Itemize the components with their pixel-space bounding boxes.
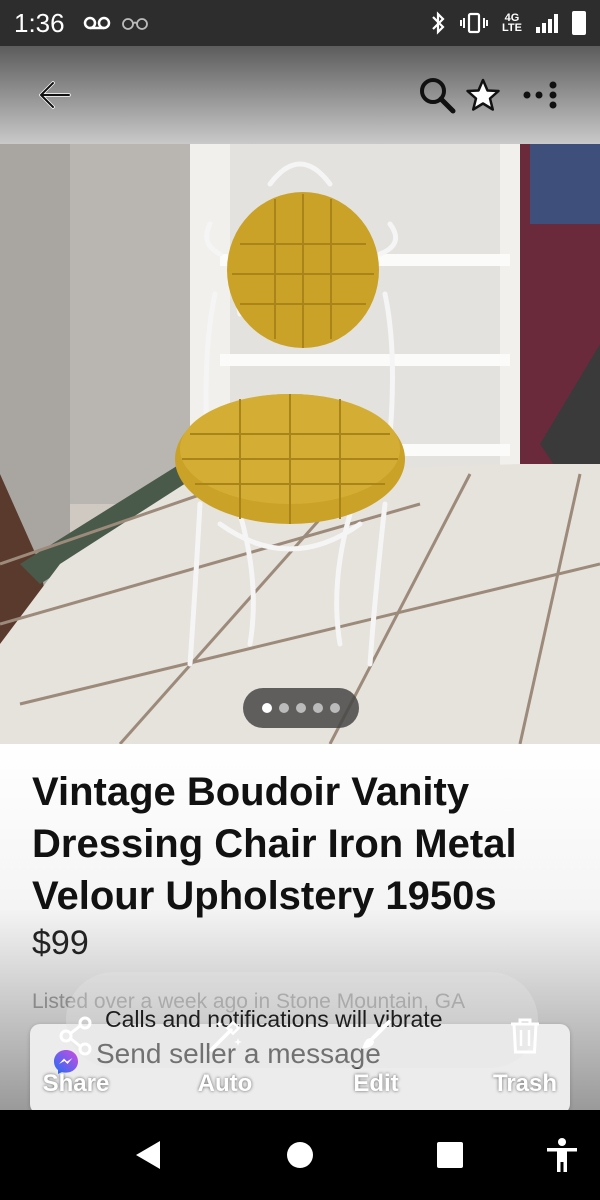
more-button[interactable]: [520, 72, 566, 118]
bluetooth-icon: [432, 11, 445, 35]
share-icon: [59, 1016, 92, 1056]
nav-recents-button[interactable]: [429, 1134, 471, 1176]
nav-back-button[interactable]: [127, 1134, 169, 1176]
listing-price: $99: [32, 924, 89, 962]
vibrate-icon: [460, 12, 489, 34]
app-bar-actions: [414, 72, 566, 118]
share-label: Share: [42, 1070, 110, 1097]
back-button[interactable]: [34, 75, 74, 115]
gallery-dot[interactable]: [279, 703, 289, 713]
listing-title: Vintage Boudoir Vanity Dressing Chair Ir…: [32, 770, 517, 918]
trash-icon: [511, 1018, 539, 1054]
trash-button[interactable]: Trash: [475, 1010, 575, 1110]
status-left-icons: [83, 15, 149, 31]
gallery-dot[interactable]: [313, 703, 323, 713]
magic-wand-icon: [209, 1020, 242, 1052]
edit-label: Edit: [353, 1070, 399, 1097]
chair-photo-illustration: [0, 144, 600, 744]
triangle-back-icon: [136, 1141, 160, 1169]
status-time: 1:36: [14, 7, 65, 38]
status-bar: 1:36 4G LTE: [0, 0, 600, 46]
back-arrow-icon: [39, 81, 71, 109]
system-nav-bar: [0, 1110, 600, 1200]
network-indicator: 4G LTE: [502, 13, 522, 34]
nav-home-button[interactable]: [279, 1134, 321, 1176]
voicemail-icon: [83, 16, 110, 30]
signal-icon: [536, 13, 558, 33]
trash-label: Trash: [492, 1070, 558, 1097]
brush-icon: [362, 1020, 391, 1049]
star-icon: [466, 78, 500, 111]
auto-enhance-button[interactable]: Auto: [175, 1010, 275, 1110]
share-button[interactable]: Share: [26, 1010, 126, 1110]
auto-label: Auto: [197, 1070, 253, 1097]
network-subtype: LTE: [502, 22, 522, 34]
more-icon: [523, 81, 557, 109]
accessibility-button[interactable]: [541, 1134, 583, 1176]
gallery-dot[interactable]: [262, 703, 272, 713]
status-right-icons: 4G LTE: [430, 11, 586, 35]
accessibility-icon: [547, 1138, 577, 1172]
home-circle-icon: [287, 1142, 313, 1168]
gallery-dot[interactable]: [296, 703, 306, 713]
favorite-button[interactable]: [460, 72, 506, 118]
search-icon: [420, 78, 456, 114]
listing-photo[interactable]: [0, 144, 600, 744]
app-bar: [0, 46, 600, 144]
gallery-pagination[interactable]: [243, 688, 359, 728]
photo-action-bar: Share Auto Edit Trash: [0, 1010, 600, 1110]
gallery-dot[interactable]: [330, 703, 340, 713]
battery-icon: [572, 11, 586, 35]
edit-button[interactable]: Edit: [326, 1010, 426, 1110]
square-recents-icon: [437, 1142, 463, 1168]
glasses-icon: [121, 18, 148, 30]
search-button[interactable]: [414, 72, 460, 118]
